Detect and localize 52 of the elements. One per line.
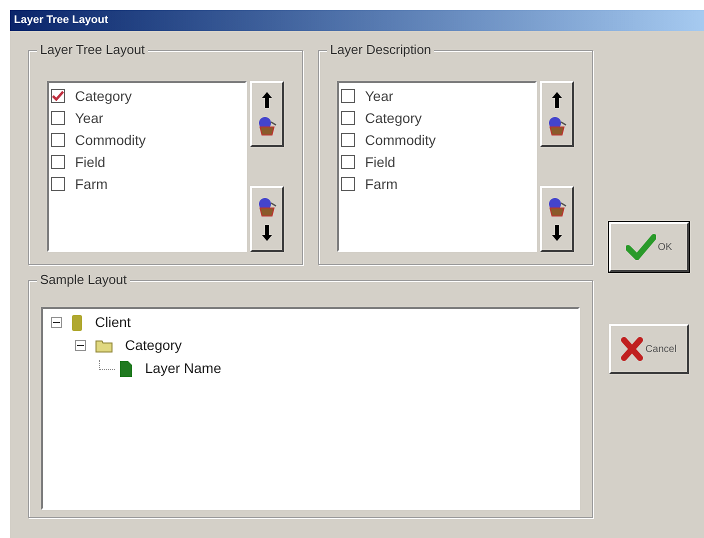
list-item[interactable]: Year (51, 107, 245, 129)
checkbox[interactable] (51, 133, 65, 147)
expand-toggle[interactable] (51, 317, 62, 328)
group-title: Sample Layout (37, 272, 130, 288)
minus-icon (77, 342, 84, 349)
list-item[interactable]: Category (341, 107, 535, 129)
down-arrow-icon (552, 225, 562, 241)
globe-basket-icon (257, 197, 277, 217)
list-item[interactable]: Category (51, 85, 245, 107)
window-title: Layer Tree Layout (14, 13, 108, 28)
cancel-button[interactable]: Cancel (609, 324, 689, 374)
list-item[interactable]: Commodity (341, 129, 535, 151)
database-icon (71, 314, 83, 332)
ok-button[interactable]: OK (609, 222, 689, 272)
document-icon (119, 360, 133, 378)
tree-item[interactable]: Layer Name (145, 358, 222, 379)
list-item[interactable]: Commodity (51, 129, 245, 151)
tree-item[interactable]: Category (125, 335, 182, 356)
move-up-button[interactable] (250, 81, 284, 147)
up-arrow-icon (552, 92, 562, 108)
move-up-button[interactable] (540, 81, 574, 147)
checkbox[interactable] (341, 155, 355, 169)
folder-icon (95, 338, 113, 352)
tree-item[interactable]: Client (95, 312, 131, 333)
list-item[interactable]: Field (51, 151, 245, 173)
globe-basket-icon (547, 116, 567, 136)
checkbox[interactable] (341, 177, 355, 191)
move-down-button[interactable] (250, 186, 284, 252)
minus-icon (53, 319, 60, 326)
list-item[interactable]: Field (341, 151, 535, 173)
globe-basket-icon (257, 116, 277, 136)
move-down-button[interactable] (540, 186, 574, 252)
group-title: Layer Description (327, 42, 434, 58)
checkbox[interactable] (51, 111, 65, 125)
list-item[interactable]: Year (341, 85, 535, 107)
cross-icon (621, 337, 644, 361)
tree-connector (99, 360, 115, 370)
checkbox[interactable] (51, 177, 65, 191)
checkbox[interactable] (341, 133, 355, 147)
checkbox[interactable] (341, 111, 355, 125)
checkbox[interactable] (341, 89, 355, 103)
checkmark-icon (626, 234, 656, 260)
down-arrow-icon (262, 225, 272, 241)
globe-basket-icon (547, 197, 567, 217)
list-item[interactable]: Farm (51, 173, 245, 195)
group-title: Layer Tree Layout (37, 42, 148, 58)
checkmark-icon (52, 90, 64, 102)
checkbox[interactable] (51, 89, 65, 103)
expand-toggle[interactable] (75, 340, 86, 351)
checkbox[interactable] (51, 155, 65, 169)
up-arrow-icon (262, 92, 272, 108)
list-item[interactable]: Farm (341, 173, 535, 195)
